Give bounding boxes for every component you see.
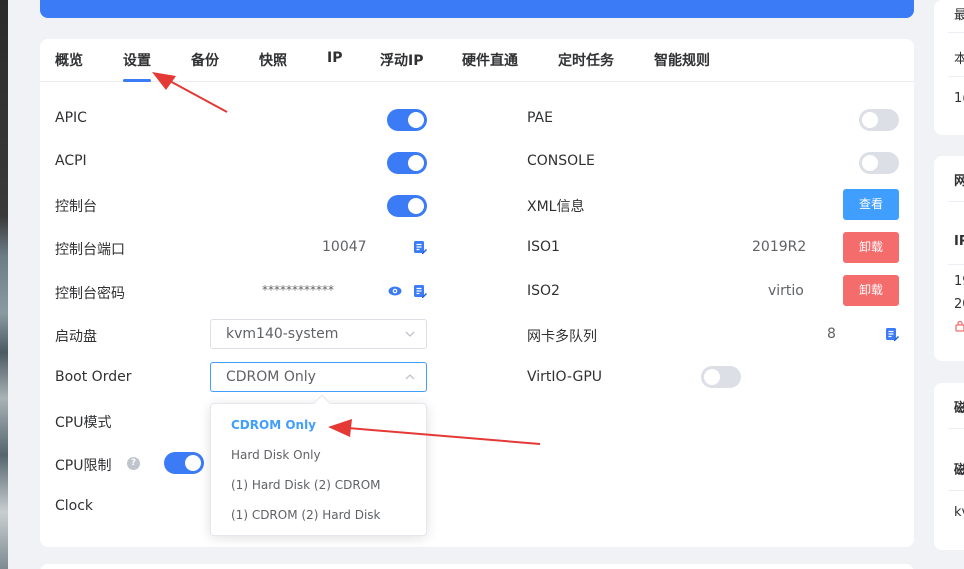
chevron-down-icon [405,331,415,337]
top-banner [40,0,914,18]
edit-icon[interactable] [885,327,899,341]
console-password-value: ************ [262,283,334,297]
iso2-label: ISO2 [527,283,560,299]
active-tab-indicator [123,79,151,82]
boot-disk-select[interactable]: kvm140-system [210,319,427,349]
console-mode-label: CONSOLE [527,153,595,169]
side-item: 1( [954,91,964,106]
console-toggle[interactable] [387,195,427,217]
console-password-label: 控制台密码 [55,286,125,302]
nic-queue-label: 网卡多队列 [527,329,597,345]
boot-order-select[interactable]: CDROM Only [210,362,427,392]
pae-toggle[interactable] [859,109,899,131]
pae-label: PAE [527,110,553,126]
xml-info-label: XML信息 [527,199,585,215]
divider [948,76,964,77]
unmount-iso1-button[interactable]: 卸载 [843,232,899,263]
apic-label: APIC [55,110,87,126]
boot-disk-label: 启动盘 [55,329,97,345]
tab-settings[interactable]: 设置 [123,50,151,70]
cpu-limit-label: CPU限制 [55,458,112,474]
tab-backup[interactable]: 备份 [191,50,219,70]
iso1-value: 2019R2 [752,239,807,255]
tab-bar: 概览 设置 备份 快照 IP 浮动IP 硬件直通 定时任务 智能规则 [40,39,914,82]
dropdown-option-cdrom-then-hdd[interactable]: (1) CDROM (2) Hard Disk [231,508,381,522]
console-port-label: 控制台端口 [55,242,125,258]
chevron-up-icon [405,374,415,380]
unmount-iso2-button[interactable]: 卸载 [843,275,899,306]
iso1-label: ISO1 [527,239,560,255]
divider [948,428,964,429]
side-item: 本 [954,52,964,67]
iso2-value: virtio [768,283,804,299]
tab-smart-rules[interactable]: 智能规则 [654,50,710,70]
tab-hardware-passthrough[interactable]: 硬件直通 [462,50,518,70]
eye-icon[interactable] [388,284,402,298]
background-window-strip [0,0,8,569]
console-label: 控制台 [55,199,97,215]
boot-order-value: CDROM Only [226,369,316,385]
clock-label: Clock [55,498,94,514]
dropdown-option-hdd-then-cdrom[interactable]: (1) Hard Disk (2) CDROM [231,478,381,492]
tab-scheduled-tasks[interactable]: 定时任务 [558,50,614,70]
divider [948,490,964,491]
cpu-limit-toggle[interactable] [164,452,204,474]
side-panel-network: 网 IP 19 20 [934,156,964,361]
side-item: 最 [954,8,964,23]
apic-toggle[interactable] [387,109,427,131]
console-port-value: 10047 [322,239,367,255]
side-item: 20 [954,297,964,312]
side-item: kv [954,505,964,520]
tab-snapshot[interactable]: 快照 [259,50,287,70]
edit-icon[interactable] [413,284,427,298]
boot-order-dropdown: CDROM Only Hard Disk Only (1) Hard Disk … [210,394,427,536]
acpi-label: ACPI [55,153,87,169]
next-card [40,564,914,569]
side-panel-info: 最 本 1( [934,0,964,135]
side-item: IP [954,234,964,249]
tab-ip[interactable]: IP [327,50,342,66]
settings-card: 概览 设置 备份 快照 IP 浮动IP 硬件直通 定时任务 智能规则 APIC … [40,39,914,547]
dropdown-option-cdrom-only[interactable]: CDROM Only [231,418,316,432]
boot-disk-value: kvm140-system [226,326,339,342]
boot-order-label: Boot Order [55,369,132,385]
tab-overview[interactable]: 概览 [55,50,83,70]
lock-icon [955,320,964,332]
cpu-mode-label: CPU模式 [55,415,112,431]
divider [948,32,964,33]
acpi-toggle[interactable] [387,152,427,174]
tab-floating-ip[interactable]: 浮动IP [380,50,423,70]
side-item: 磁 [954,463,964,478]
side-item: 19 [954,274,964,289]
virtio-gpu-toggle[interactable] [701,366,741,388]
help-icon[interactable]: ? [127,457,140,470]
nic-queue-value: 8 [827,326,836,342]
divider [948,264,964,265]
divider [948,201,964,202]
console-mode-toggle[interactable] [859,152,899,174]
edit-icon[interactable] [413,240,427,254]
side-panel-disk: 磁 磁 kv [934,383,964,550]
view-xml-button[interactable]: 查看 [843,189,899,220]
side-panel-title: 网 [954,174,964,189]
dropdown-option-hard-disk-only[interactable]: Hard Disk Only [231,448,321,462]
virtio-gpu-label: VirtIO-GPU [527,369,603,385]
side-panel-title: 磁 [954,401,964,416]
